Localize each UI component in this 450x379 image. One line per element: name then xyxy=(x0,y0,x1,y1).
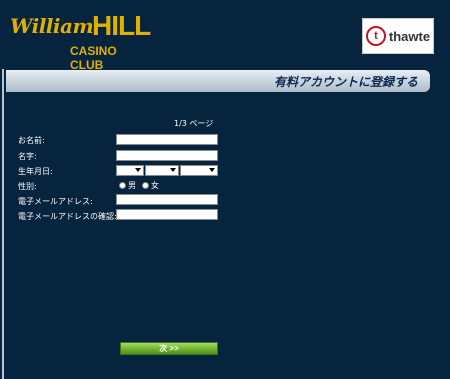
william-hill-logo[interactable]: William HILL CASINO CLUB xyxy=(10,10,151,72)
gender-male-radio[interactable] xyxy=(119,182,126,189)
email-input[interactable] xyxy=(116,194,218,205)
logo-bold-text: HILL xyxy=(92,10,151,41)
thawte-wordmark: thawte xyxy=(388,28,431,44)
next-button[interactable]: 次 >> xyxy=(120,342,218,355)
gender-male-label: 男 xyxy=(128,181,136,190)
surname-input[interactable] xyxy=(116,150,218,161)
gender-female-radio[interactable] xyxy=(142,182,149,189)
page-indicator: 1/3 ページ xyxy=(174,119,214,128)
gender-label: 性別: xyxy=(18,182,37,191)
gender-female-label: 女 xyxy=(151,181,159,190)
email-confirm-input[interactable] xyxy=(116,209,218,220)
first-name-input[interactable] xyxy=(116,134,218,145)
chevron-down-icon xyxy=(209,168,215,172)
surname-label: 名字: xyxy=(18,152,37,161)
left-frame-line xyxy=(2,69,4,379)
dob-year-select[interactable] xyxy=(180,165,218,176)
email-label: 電子メールアドレス: xyxy=(18,197,93,206)
email-confirm-label: 電子メールアドレスの確認: xyxy=(18,212,117,221)
logo-script-text: William xyxy=(10,14,94,38)
title-bar: 有料アカウントに登録する xyxy=(6,70,430,92)
thawte-icon: t xyxy=(365,26,386,46)
page-title: 有料アカウントに登録する xyxy=(273,75,418,89)
logo-subtitle: CASINO CLUB xyxy=(70,44,117,72)
dob-day-select[interactable] xyxy=(116,165,144,176)
dob-month-select[interactable] xyxy=(145,165,179,176)
chevron-down-icon xyxy=(170,168,176,172)
first-name-label: お名前: xyxy=(18,136,45,145)
dob-label: 生年月日: xyxy=(18,167,53,176)
thawte-badge[interactable]: t thawte xyxy=(362,18,434,54)
chevron-down-icon xyxy=(135,168,141,172)
site-header: William HILL CASINO CLUB t thawte xyxy=(0,0,450,72)
